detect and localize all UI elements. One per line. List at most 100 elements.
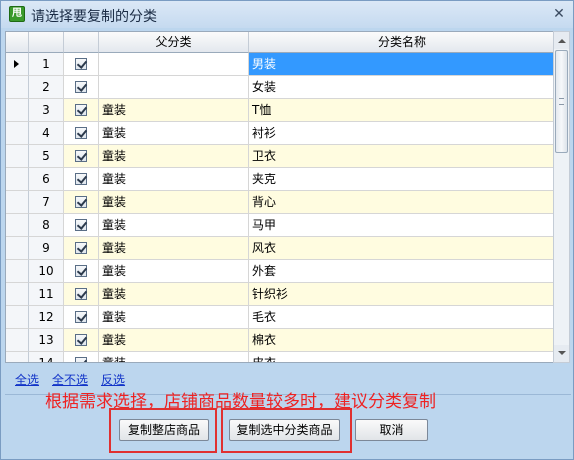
header-indicator-cell xyxy=(6,32,29,53)
row-checkbox-cell xyxy=(64,191,99,214)
row-checkbox-cell xyxy=(64,237,99,260)
header-parent-category[interactable]: 父分类 xyxy=(99,32,249,53)
table-row[interactable]: 8 童装 马甲 xyxy=(6,214,554,237)
parent-category-cell: 童装 xyxy=(99,237,249,260)
row-indicator[interactable] xyxy=(6,352,29,362)
row-indicator[interactable] xyxy=(6,329,29,352)
row-indicator[interactable] xyxy=(6,168,29,191)
row-checkbox[interactable] xyxy=(75,219,87,231)
cancel-button[interactable]: 取消 xyxy=(355,419,428,441)
table-row[interactable]: 13 童装 棉衣 xyxy=(6,329,554,352)
row-checkbox-cell xyxy=(64,168,99,191)
header-category-name[interactable]: 分类名称 xyxy=(249,32,554,53)
category-name-cell: 马甲 xyxy=(249,214,554,237)
parent-category-cell: 童装 xyxy=(99,260,249,283)
invert-selection-link[interactable]: 反选 xyxy=(101,371,125,388)
copy-selected-button[interactable]: 复制选中分类商品 xyxy=(229,419,340,441)
category-name-cell: 外套 xyxy=(249,260,554,283)
table-row[interactable]: 3 童装 T恤 xyxy=(6,99,554,122)
parent-category-cell xyxy=(99,76,249,99)
category-name-cell: 棉衣 xyxy=(249,329,554,352)
table-row[interactable]: 9 童装 风衣 xyxy=(6,237,554,260)
row-number: 12 xyxy=(29,306,64,329)
table-row[interactable]: 10 童装 外套 xyxy=(6,260,554,283)
parent-category-cell: 童装 xyxy=(99,122,249,145)
close-icon[interactable]: ✕ xyxy=(549,5,569,23)
row-checkbox[interactable] xyxy=(75,81,87,93)
row-indicator[interactable] xyxy=(6,53,29,76)
row-number: 13 xyxy=(29,329,64,352)
scroll-up-icon[interactable] xyxy=(554,32,569,49)
select-none-link[interactable]: 全不选 xyxy=(52,371,88,388)
select-all-link[interactable]: 全选 xyxy=(15,371,39,388)
app-logo-icon: 甩 xyxy=(9,6,25,22)
category-name-cell: 夹克 xyxy=(249,168,554,191)
row-checkbox[interactable] xyxy=(75,104,87,116)
scroll-down-icon[interactable] xyxy=(554,345,569,362)
parent-category-cell xyxy=(99,53,249,76)
category-name-cell: 风衣 xyxy=(249,237,554,260)
row-checkbox[interactable] xyxy=(75,58,87,70)
row-checkbox[interactable] xyxy=(75,242,87,254)
vertical-scrollbar[interactable] xyxy=(553,31,570,363)
table-row[interactable]: 1 男装 xyxy=(6,53,554,76)
row-checkbox[interactable] xyxy=(75,334,87,346)
row-indicator[interactable] xyxy=(6,76,29,99)
row-indicator[interactable] xyxy=(6,214,29,237)
row-indicator[interactable] xyxy=(6,237,29,260)
title-bar[interactable]: 甩 请选择要复制的分类 ✕ xyxy=(1,1,573,28)
row-number: 7 xyxy=(29,191,64,214)
table-row[interactable]: 7 童装 背心 xyxy=(6,191,554,214)
table-row[interactable]: 5 童装 卫衣 xyxy=(6,145,554,168)
row-checkbox-cell xyxy=(64,306,99,329)
grid-header: 父分类 分类名称 xyxy=(6,32,554,53)
parent-category-cell: 童装 xyxy=(99,352,249,362)
header-number-cell xyxy=(29,32,64,53)
header-checkbox-cell[interactable] xyxy=(64,32,99,53)
row-checkbox[interactable] xyxy=(75,311,87,323)
table-row[interactable]: 11 童装 针织衫 xyxy=(6,283,554,306)
row-indicator[interactable] xyxy=(6,260,29,283)
row-checkbox-cell xyxy=(64,99,99,122)
row-indicator[interactable] xyxy=(6,283,29,306)
category-name-cell: 皮衣 xyxy=(249,352,554,362)
category-name-cell: 针织衫 xyxy=(249,283,554,306)
row-checkbox[interactable] xyxy=(75,196,87,208)
table-row[interactable]: 6 童装 夹克 xyxy=(6,168,554,191)
category-name-cell: 女装 xyxy=(249,76,554,99)
row-number: 10 xyxy=(29,260,64,283)
category-grid: 父分类 分类名称 1 男装 2 女装 3 童装 T恤 4 童装 衬衫 5 童装 卫衣 6 童装 夹克 7 童装 背心… xyxy=(5,31,555,363)
row-indicator[interactable] xyxy=(6,306,29,329)
row-checkbox-cell xyxy=(64,53,99,76)
parent-category-cell: 童装 xyxy=(99,99,249,122)
row-indicator[interactable] xyxy=(6,99,29,122)
row-checkbox[interactable] xyxy=(75,288,87,300)
row-checkbox[interactable] xyxy=(75,127,87,139)
scroll-thumb[interactable] xyxy=(555,50,568,153)
parent-category-cell: 童装 xyxy=(99,191,249,214)
row-number: 14 xyxy=(29,352,64,362)
row-indicator[interactable] xyxy=(6,122,29,145)
table-row[interactable]: 4 童装 衬衫 xyxy=(6,122,554,145)
row-checkbox-cell xyxy=(64,352,99,362)
bottom-panel: 全选 全不选 反选 根据需求选择，店铺商品数量较多时，建议分类复制 复制整店商品… xyxy=(5,363,571,459)
category-name-cell: T恤 xyxy=(249,99,554,122)
parent-category-cell: 童装 xyxy=(99,145,249,168)
row-number: 6 xyxy=(29,168,64,191)
row-number: 5 xyxy=(29,145,64,168)
row-checkbox[interactable] xyxy=(75,265,87,277)
row-checkbox[interactable] xyxy=(75,173,87,185)
table-row[interactable]: 2 女装 xyxy=(6,76,554,99)
row-number: 8 xyxy=(29,214,64,237)
row-number: 9 xyxy=(29,237,64,260)
row-checkbox[interactable] xyxy=(75,150,87,162)
row-number: 4 xyxy=(29,122,64,145)
row-number: 11 xyxy=(29,283,64,306)
row-indicator[interactable] xyxy=(6,191,29,214)
table-row[interactable]: 14 童装 皮衣 xyxy=(6,352,554,362)
category-name-cell: 衬衫 xyxy=(249,122,554,145)
row-checkbox-cell xyxy=(64,122,99,145)
row-indicator[interactable] xyxy=(6,145,29,168)
copy-store-button[interactable]: 复制整店商品 xyxy=(119,419,209,441)
table-row[interactable]: 12 童装 毛衣 xyxy=(6,306,554,329)
